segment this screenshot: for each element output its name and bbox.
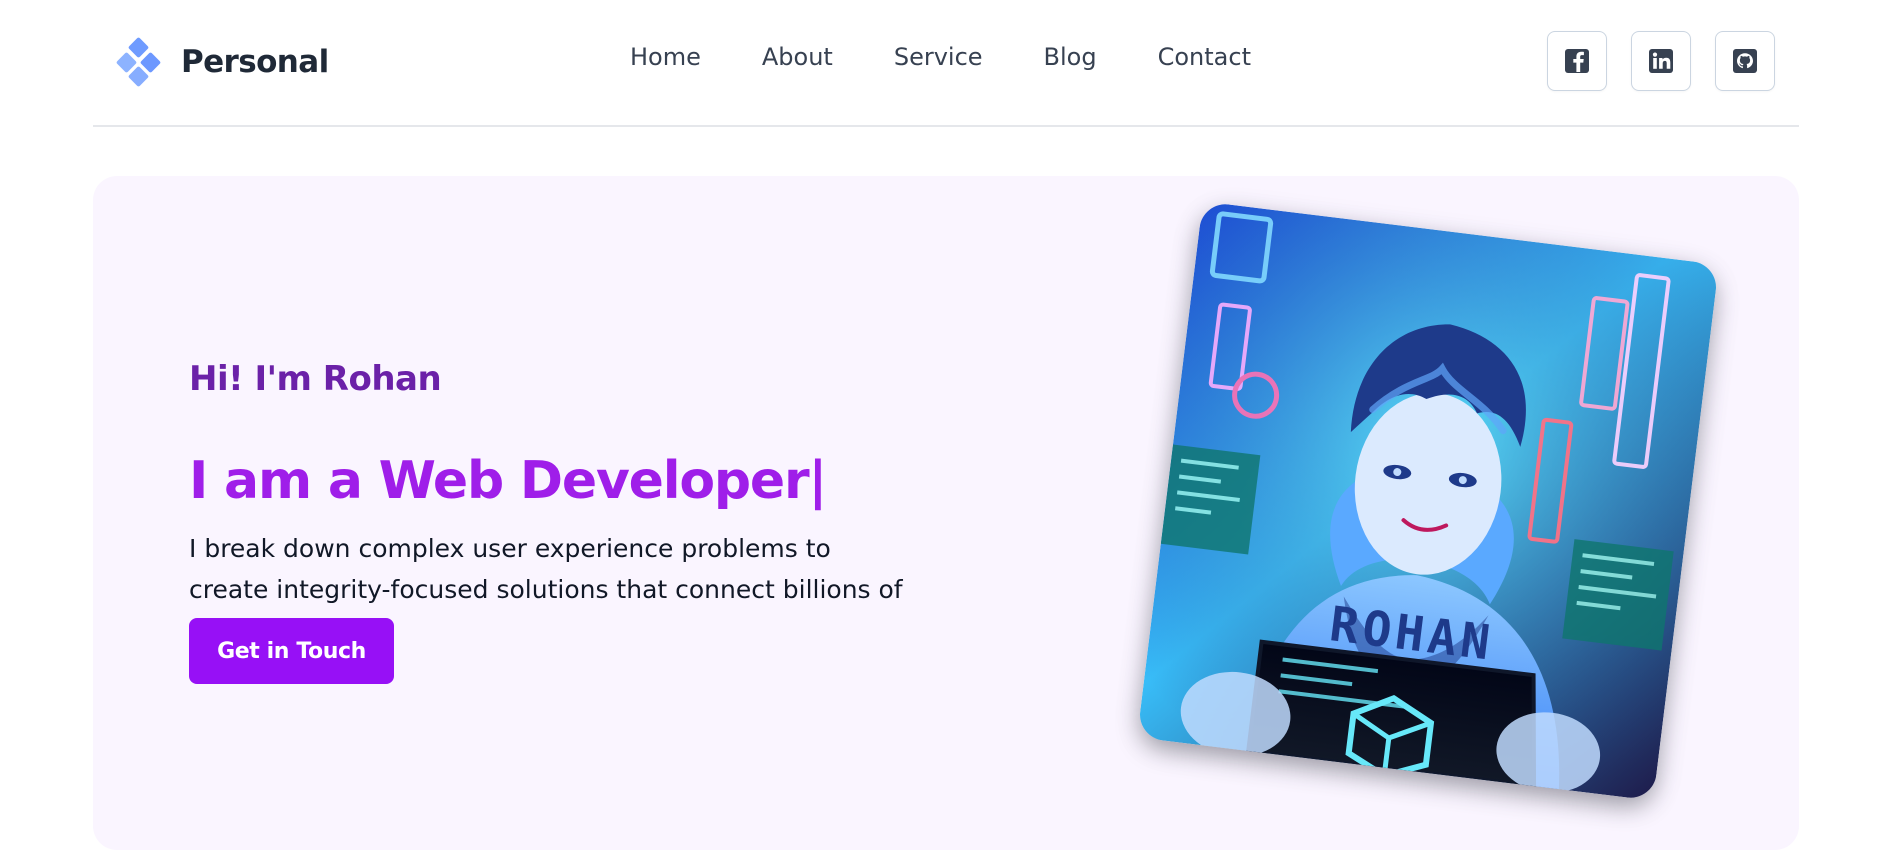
site-header: Personal Home About Service Blog Contact <box>93 0 1799 127</box>
hero-section: Hi! I'm Rohan I am a Web Developer| I br… <box>93 176 1799 850</box>
brand-logo-link[interactable]: Personal <box>115 36 329 88</box>
main-navigation: Home About Service Blog Contact <box>630 43 1251 71</box>
nav-contact-link[interactable]: Contact <box>1158 43 1251 71</box>
diamond-logo-icon <box>115 36 163 88</box>
nav-home-link[interactable]: Home <box>630 43 701 71</box>
nav-service-link[interactable]: Service <box>894 43 983 71</box>
facebook-link[interactable] <box>1547 31 1607 91</box>
developer-portrait: ROHAN <box>1137 201 1719 801</box>
github-icon <box>1733 49 1757 73</box>
linkedin-icon <box>1649 49 1673 73</box>
developer-avatar-illustration: ROHAN <box>1137 201 1719 801</box>
social-links <box>1547 31 1775 91</box>
facebook-icon <box>1565 49 1589 73</box>
nav-blog-link[interactable]: Blog <box>1044 43 1097 71</box>
linkedin-link[interactable] <box>1631 31 1691 91</box>
nav-about-link[interactable]: About <box>762 43 833 71</box>
github-link[interactable] <box>1715 31 1775 91</box>
hero-headline: I am a Web Developer| <box>189 450 827 511</box>
get-in-touch-button[interactable]: Get in Touch <box>189 618 394 684</box>
brand-name: Personal <box>181 44 329 80</box>
hero-greeting: Hi! I'm Rohan <box>189 359 442 399</box>
